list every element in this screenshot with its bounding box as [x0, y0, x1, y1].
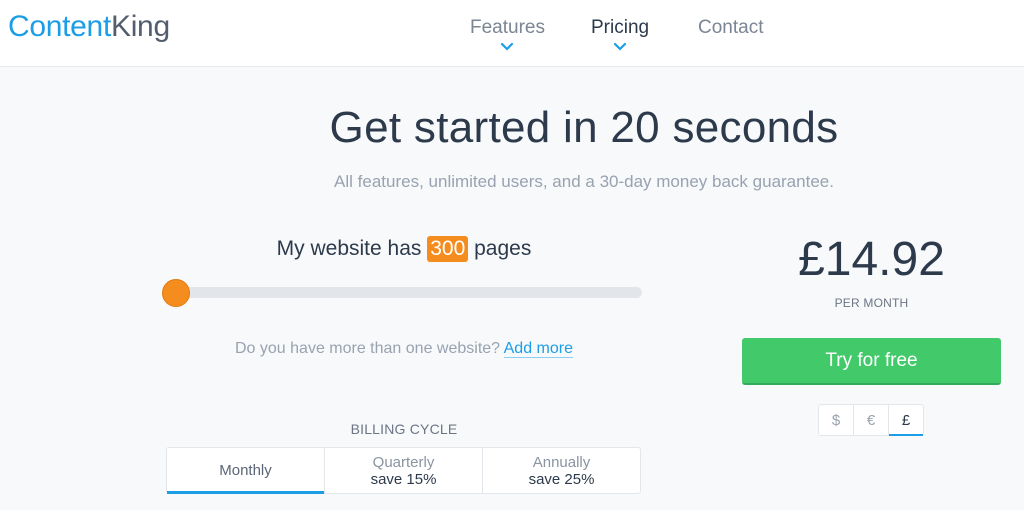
currency-gbp[interactable]: £ — [889, 405, 923, 436]
pages-slider-track[interactable] — [166, 287, 642, 298]
billing-option-name: Quarterly — [372, 453, 435, 471]
billing-option-name: Annually — [532, 453, 591, 471]
price: £14.92 — [798, 233, 945, 286]
more-sites-question: Do you have more than one website? — [235, 340, 501, 357]
page-subtitle: All features, unlimited users, and a 30-… — [334, 172, 834, 191]
nav-features-label: Features — [470, 17, 545, 38]
billing-quarterly[interactable]: Quarterly save 15% — [325, 448, 483, 493]
currency-usd[interactable]: $ — [819, 405, 854, 435]
currency-eur[interactable]: € — [854, 405, 889, 435]
billing-option-name: Monthly — [219, 462, 272, 479]
try-for-free-button[interactable]: Try for free — [742, 338, 1001, 385]
pages-prefix: My website has — [276, 237, 422, 260]
price-period: PER MONTH — [834, 296, 909, 310]
nav-contact-label: Contact — [698, 17, 764, 38]
logo-king: King — [110, 10, 170, 43]
chevron-down-icon — [501, 42, 514, 51]
pages-count-badge: 300 — [427, 236, 469, 262]
nav-pricing[interactable]: Pricing — [591, 17, 649, 52]
billing-cycle-selector: Monthly Quarterly save 15% Annually save… — [166, 447, 641, 494]
add-more-link[interactable]: Add more — [503, 340, 573, 358]
logo[interactable]: ContentKing — [8, 10, 170, 44]
nav-pricing-label: Pricing — [591, 17, 650, 38]
pages-label: My website has 300 pages — [166, 236, 642, 262]
billing-option-savings: save 25% — [528, 470, 595, 488]
pages-slider-thumb[interactable] — [162, 279, 190, 307]
nav-contact[interactable]: Contact — [698, 17, 763, 39]
logo-content: Content — [8, 10, 111, 43]
site-header: ContentKing Features Pricing Contact — [0, 0, 1024, 67]
nav-features[interactable]: Features — [470, 17, 545, 52]
currency-selector: $ € £ — [818, 404, 924, 436]
billing-option-savings: save 15% — [370, 470, 437, 488]
billing-cycle-title: BILLING CYCLE — [350, 421, 458, 437]
billing-monthly[interactable]: Monthly — [167, 448, 325, 494]
more-sites: Do you have more than one website? Add m… — [166, 340, 642, 358]
pages-suffix: pages — [474, 237, 532, 260]
chevron-down-icon — [613, 42, 627, 51]
billing-annually[interactable]: Annually save 25% — [483, 448, 640, 493]
page-title: Get started in 20 seconds — [329, 103, 839, 152]
